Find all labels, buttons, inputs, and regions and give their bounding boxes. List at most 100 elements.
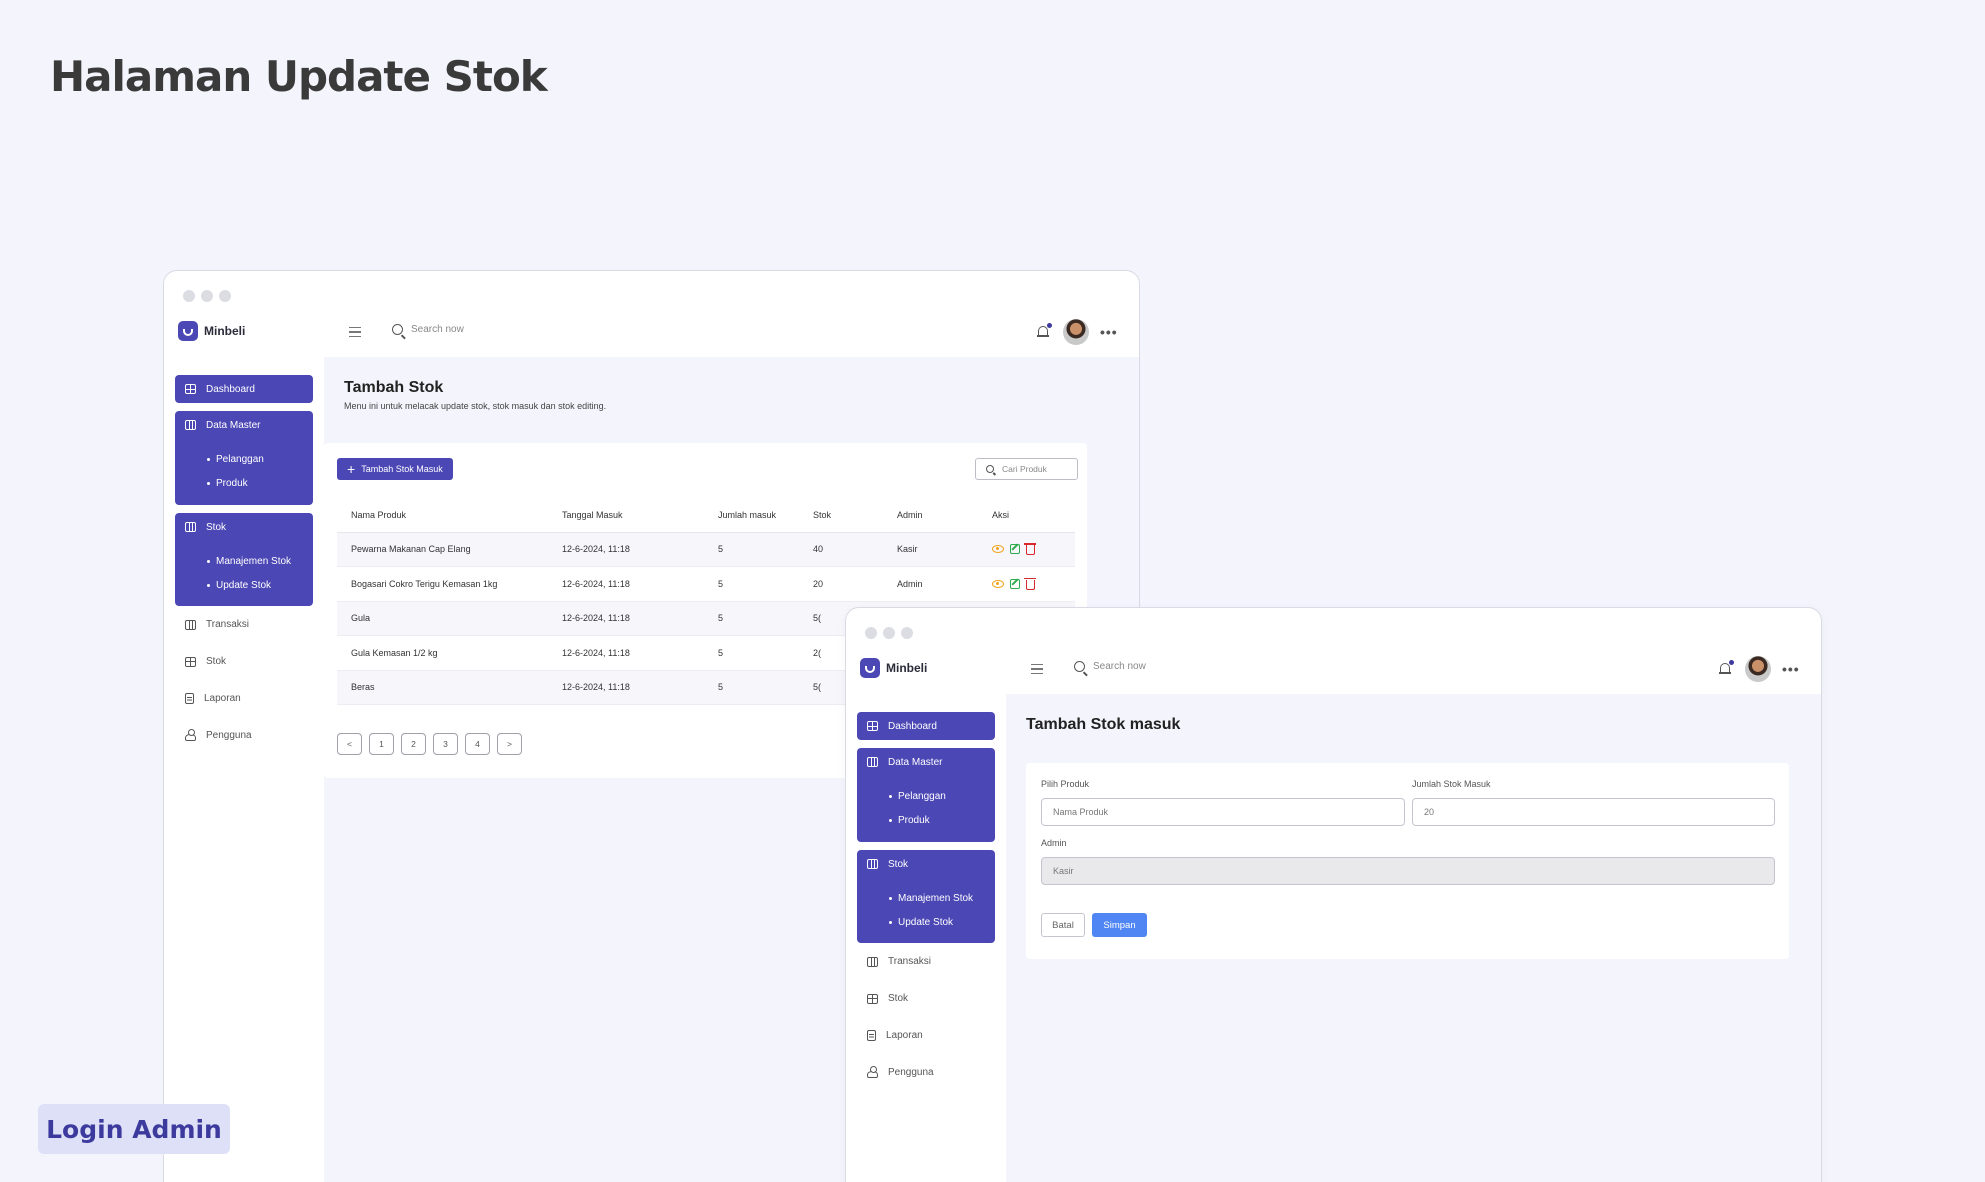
hamburger-menu-icon[interactable] bbox=[349, 327, 361, 337]
sidebar-subitem-produk[interactable]: Produk bbox=[175, 471, 313, 495]
sidebar-item-data-master[interactable]: Data Master bbox=[175, 411, 313, 439]
sidebar-item-dashboard[interactable]: Dashboard bbox=[857, 712, 995, 740]
sidebar-item-stok-plain[interactable]: Stok bbox=[867, 993, 908, 1004]
search-icon bbox=[986, 465, 994, 473]
close-dot[interactable] bbox=[865, 627, 877, 639]
avatar[interactable] bbox=[1745, 656, 1771, 682]
plus-icon: + bbox=[347, 461, 356, 477]
sidebar-item-pengguna[interactable]: Pengguna bbox=[867, 1066, 934, 1078]
notification-bell-icon[interactable] bbox=[1719, 660, 1734, 676]
table-row[interactable]: Bogasari Cokro Terigu Kemasan 1kg 12-6-2… bbox=[337, 566, 1075, 602]
login-admin-badge: Login Admin bbox=[38, 1104, 230, 1154]
minimize-dot[interactable] bbox=[883, 627, 895, 639]
sidebar-subitem-update-stok[interactable]: Update Stok bbox=[857, 910, 995, 934]
sidebar-subitem-pelanggan[interactable]: Pelanggan bbox=[857, 784, 995, 808]
avatar[interactable] bbox=[1063, 319, 1089, 345]
cell-date: 12-6-2024, 11:18 bbox=[548, 566, 704, 602]
search-input[interactable]: Search now bbox=[411, 324, 464, 335]
cell-qty: 5 bbox=[704, 566, 799, 602]
sidebar-item-label: Pengguna bbox=[888, 1067, 934, 1078]
cell-stock: 40 bbox=[799, 532, 883, 567]
search-input[interactable]: Search now bbox=[1093, 661, 1146, 672]
sidebar-item-transaksi[interactable]: Transaksi bbox=[867, 956, 931, 967]
sidebar: Dashboard Data Master Pelanggan Produk S… bbox=[164, 357, 324, 1182]
sidebar-item-stok[interactable]: Stok bbox=[857, 850, 995, 878]
product-search-input[interactable]: Cari Produk bbox=[975, 458, 1078, 480]
admin-field: Kasir bbox=[1041, 857, 1775, 885]
page-1-button[interactable]: 1 bbox=[369, 733, 394, 755]
sidebar-item-stok[interactable]: Stok bbox=[175, 513, 313, 541]
close-dot[interactable] bbox=[183, 290, 195, 302]
page-next-button[interactable]: > bbox=[497, 733, 522, 755]
product-select[interactable]: Nama Produk bbox=[1041, 798, 1405, 826]
global-search[interactable]: Search now bbox=[1074, 661, 1146, 672]
add-stock-button[interactable]: + Tambah Stok Masuk bbox=[337, 458, 453, 480]
sidebar-item-stok-plain[interactable]: Stok bbox=[185, 656, 226, 667]
columns-icon bbox=[185, 619, 196, 630]
sidebar-item-label: Stok bbox=[206, 521, 227, 533]
save-button[interactable]: Simpan bbox=[1092, 913, 1147, 937]
edit-icon[interactable] bbox=[1010, 544, 1020, 555]
cell-stock: 20 bbox=[799, 566, 883, 602]
column-header: Tanggal Masuk bbox=[548, 498, 704, 533]
cell-qty: 5 bbox=[704, 635, 799, 671]
view-eye-icon[interactable] bbox=[992, 579, 1004, 588]
sidebar-subitem-manajemen-stok[interactable]: Manajemen Stok bbox=[175, 549, 313, 573]
sidebar-subitem-pelanggan[interactable]: Pelanggan bbox=[175, 447, 313, 471]
cell-date: 12-6-2024, 11:18 bbox=[548, 532, 704, 567]
table-row[interactable]: Pewarna Makanan Cap Elang 12-6-2024, 11:… bbox=[337, 532, 1075, 567]
notification-dot bbox=[1047, 323, 1052, 328]
user-icon bbox=[185, 729, 196, 741]
sidebar-item-dashboard[interactable]: Dashboard bbox=[175, 375, 313, 403]
page-4-button[interactable]: 4 bbox=[465, 733, 490, 755]
more-options-icon[interactable]: ••• bbox=[1100, 325, 1118, 339]
columns-icon bbox=[185, 522, 196, 532]
grid-icon bbox=[185, 656, 196, 667]
sidebar: Dashboard Data Master Pelanggan Produk S… bbox=[846, 694, 1006, 1182]
sidebar-item-pengguna[interactable]: Pengguna bbox=[185, 729, 252, 741]
page-prev-button[interactable]: < bbox=[337, 733, 362, 755]
column-header: Jumlah masuk bbox=[704, 498, 799, 533]
brand-logo[interactable]: Minbeli bbox=[860, 658, 927, 678]
bag-icon bbox=[860, 658, 880, 678]
global-search[interactable]: Search now bbox=[392, 324, 464, 335]
form-title: Tambah Stok masuk bbox=[1026, 716, 1181, 733]
sidebar-item-transaksi[interactable]: Transaksi bbox=[185, 619, 249, 630]
dashboard-icon bbox=[185, 384, 196, 394]
search-icon bbox=[1074, 661, 1085, 672]
view-eye-icon[interactable] bbox=[992, 545, 1004, 554]
sidebar-item-data-master[interactable]: Data Master bbox=[857, 748, 995, 776]
edit-icon[interactable] bbox=[1010, 578, 1020, 589]
hamburger-menu-icon[interactable] bbox=[1031, 664, 1043, 674]
cancel-button[interactable]: Batal bbox=[1041, 913, 1085, 937]
product-label: Pilih Produk bbox=[1041, 779, 1090, 789]
page-3-button[interactable]: 3 bbox=[433, 733, 458, 755]
cell-product: Beras bbox=[337, 670, 548, 705]
maximize-dot[interactable] bbox=[901, 627, 913, 639]
sidebar-item-laporan[interactable]: Laporan bbox=[185, 693, 241, 704]
sidebar-subitem-update-stok[interactable]: Update Stok bbox=[175, 573, 313, 597]
brand-logo[interactable]: Minbeli bbox=[178, 321, 245, 341]
maximize-dot[interactable] bbox=[219, 290, 231, 302]
notification-bell-icon[interactable] bbox=[1037, 323, 1052, 339]
sidebar-item-label: Stok bbox=[206, 656, 227, 667]
sidebar-item-label: Dashboard bbox=[888, 720, 937, 732]
qty-input[interactable]: 20 bbox=[1412, 798, 1775, 826]
sidebar-group-stok: Stok Manajemen Stok Update Stok bbox=[857, 850, 995, 943]
page-2-button[interactable]: 2 bbox=[401, 733, 426, 755]
cell-qty: 5 bbox=[704, 601, 799, 636]
minimize-dot[interactable] bbox=[201, 290, 213, 302]
sidebar-subitem-produk[interactable]: Produk bbox=[857, 808, 995, 832]
document-icon bbox=[867, 1030, 876, 1041]
column-header: Stok bbox=[799, 498, 883, 533]
sidebar-subitem-manajemen-stok[interactable]: Manajemen Stok bbox=[857, 886, 995, 910]
more-options-icon[interactable]: ••• bbox=[1782, 662, 1800, 676]
sidebar-item-label: Data Master bbox=[888, 756, 943, 768]
brand-name: Minbeli bbox=[204, 324, 246, 338]
sidebar-item-laporan[interactable]: Laporan bbox=[867, 1030, 923, 1041]
sidebar-item-label: Pengguna bbox=[206, 730, 252, 741]
pagination: < 1 2 3 4 > bbox=[337, 733, 522, 755]
delete-trash-icon[interactable] bbox=[1024, 543, 1036, 556]
delete-trash-icon[interactable] bbox=[1024, 577, 1036, 590]
sidebar-item-label: Transaksi bbox=[888, 956, 931, 967]
